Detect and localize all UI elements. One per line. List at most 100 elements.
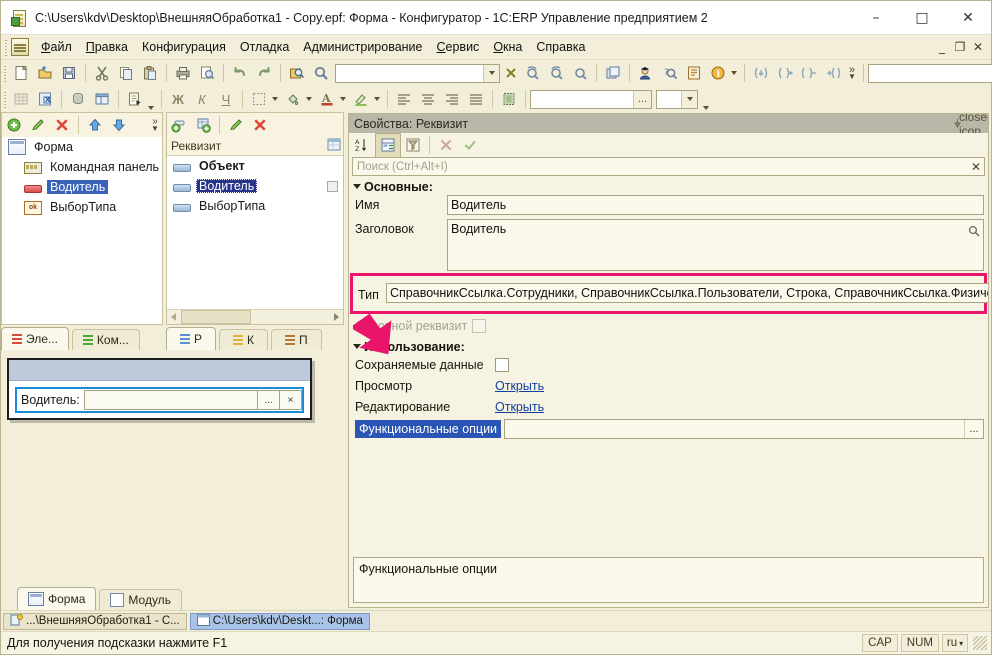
property-input-name[interactable]: Водитель: [447, 195, 984, 215]
info-dropdown-icon[interactable]: [731, 71, 737, 75]
copy-icon[interactable]: [114, 62, 138, 85]
resize-grip[interactable]: [973, 636, 987, 650]
redo-icon[interactable]: [252, 62, 276, 85]
attributes-tree[interactable]: Реквизит Объект Водитель ВыборТипа: [166, 137, 344, 325]
tree-node-vybortipa[interactable]: ok ВыборТипа: [2, 197, 162, 217]
add-attribute-icon[interactable]: [167, 114, 191, 137]
menu-item-configuration[interactable]: Конфигурация: [135, 37, 233, 57]
tree-node-command-panel[interactable]: Командная панель: [2, 157, 162, 177]
edit-element-icon[interactable]: [26, 114, 50, 137]
db-icon[interactable]: [66, 88, 90, 111]
step-into-icon[interactable]: [749, 62, 773, 85]
tree-node-voditel[interactable]: Водитель: [2, 177, 162, 197]
attr-node-object[interactable]: Объект: [167, 156, 343, 176]
borders-icon[interactable]: [247, 88, 271, 111]
form-preview-clear-button[interactable]: ×: [280, 390, 302, 410]
tab-elements[interactable]: Эле...: [1, 327, 69, 350]
borders-dropdown-icon[interactable]: [272, 97, 278, 101]
delete-attribute-icon[interactable]: [248, 114, 272, 137]
menu-item-help[interactable]: Справка: [529, 37, 592, 57]
window-close-button[interactable]: ✕: [945, 1, 991, 34]
search-combo[interactable]: [335, 63, 500, 83]
edit-attribute-icon[interactable]: [224, 114, 248, 137]
align-justify-icon[interactable]: [464, 88, 488, 111]
windows-icon[interactable]: [601, 62, 625, 85]
toolbar-row2-overflow-icon[interactable]: [703, 106, 709, 110]
cancel-icon[interactable]: [434, 134, 458, 157]
property-input-title[interactable]: Водитель: [447, 219, 984, 271]
print-preview-icon[interactable]: [195, 62, 219, 85]
tab-attributes[interactable]: Р: [166, 327, 217, 350]
taskbar-item-form[interactable]: C:\Users\kdv\Deskt...: Форма: [189, 612, 370, 630]
window-minimize-button[interactable]: –: [853, 1, 899, 34]
bold-icon[interactable]: Ж: [166, 88, 190, 111]
step-out-icon[interactable]: [797, 62, 821, 85]
toolbar-text-field[interactable]: ...: [530, 89, 652, 109]
menu-item-debug[interactable]: Отладка: [233, 37, 296, 57]
doc-run-dropdown-icon[interactable]: [148, 106, 154, 110]
fill-color-icon[interactable]: [281, 88, 305, 111]
status-language-selector[interactable]: ru ▾: [942, 634, 968, 652]
find-all-icon[interactable]: [568, 62, 592, 85]
scroll-right-arrow-icon[interactable]: [329, 311, 343, 324]
doc-run-icon[interactable]: [123, 88, 147, 111]
font-color-dropdown-icon[interactable]: [340, 97, 346, 101]
collapse-triangle-icon[interactable]: [353, 344, 361, 349]
grid-icon[interactable]: [9, 88, 33, 111]
scroll-left-arrow-icon[interactable]: [167, 311, 181, 324]
attr-node-checkbox[interactable]: [327, 180, 338, 192]
group-by-category-icon[interactable]: [375, 132, 401, 158]
taskbar-item-processor[interactable]: ...\ВнешняяОбработка1 - С...: [3, 612, 187, 630]
toolbar-small-combo-arrow-icon[interactable]: [681, 90, 697, 108]
clipboard-green-icon[interactable]: [497, 88, 521, 111]
overflow-chevron-icon[interactable]: » ▼: [845, 62, 859, 85]
property-functional-options-select-button[interactable]: ...: [964, 420, 983, 438]
toolbar-small-combo[interactable]: [656, 89, 698, 109]
add-table-icon[interactable]: [191, 114, 215, 137]
highlight-color-icon[interactable]: [349, 88, 373, 111]
close-icon[interactable]: close-icon: [959, 114, 988, 138]
chevron-down-icon[interactable]: ▾: [959, 639, 963, 648]
excel-export-icon[interactable]: X: [33, 88, 57, 111]
fill-color-dropdown-icon[interactable]: [306, 97, 312, 101]
elements-more-icon[interactable]: » ▼: [148, 114, 162, 137]
toolbar-combo-2[interactable]: [868, 63, 992, 83]
property-link-view-open[interactable]: Открыть: [495, 376, 544, 393]
property-input-type-value[interactable]: СправочникСсылка.Сотрудники, СправочникС…: [390, 286, 988, 300]
align-center-icon[interactable]: [416, 88, 440, 111]
apply-icon[interactable]: [458, 134, 482, 157]
properties-group-basic[interactable]: Основные:: [349, 178, 988, 195]
menubar-grip[interactable]: [3, 38, 10, 56]
find-in-files-icon[interactable]: [285, 62, 309, 85]
syntax-help-icon[interactable]: ?: [658, 62, 682, 85]
property-input-title-value[interactable]: Водитель: [451, 222, 965, 236]
step-over-icon[interactable]: [773, 62, 797, 85]
tab-commands-attr[interactable]: К: [219, 329, 269, 350]
attributes-horizontal-scrollbar[interactable]: [167, 309, 343, 324]
align-left-icon[interactable]: [392, 88, 416, 111]
run-to-cursor-icon[interactable]: [821, 62, 845, 85]
find-prev-icon[interactable]: [544, 62, 568, 85]
mdi-restore-button[interactable]: ❐: [951, 37, 969, 57]
find-icon[interactable]: [309, 62, 333, 85]
properties-search-field[interactable]: Поиск (Ctrl+Alt+I) ✕: [352, 157, 985, 176]
attr-node-vybortipa[interactable]: ВыборТипа: [167, 196, 343, 216]
config-check-icon[interactable]: [682, 62, 706, 85]
property-link-edit-open[interactable]: Открыть: [495, 397, 544, 414]
menu-item-administration[interactable]: Администрирование: [296, 37, 429, 57]
property-input-functional-options[interactable]: ...: [504, 419, 984, 439]
properties-group-usage[interactable]: Использование:: [349, 338, 988, 355]
undo-icon[interactable]: [228, 62, 252, 85]
properties-search-placeholder[interactable]: Поиск (Ctrl+Alt+I): [353, 161, 968, 173]
find-next-icon[interactable]: [520, 62, 544, 85]
menu-item-file[interactable]: Файл: [34, 37, 79, 57]
italic-icon[interactable]: К: [190, 88, 214, 111]
tab-commands[interactable]: Ком...: [71, 329, 140, 350]
menu-item-windows[interactable]: Окна: [486, 37, 529, 57]
form-preview-field-group[interactable]: Водитель: ... ×: [15, 387, 304, 413]
move-down-icon[interactable]: [107, 114, 131, 137]
delete-element-icon[interactable]: [50, 114, 74, 137]
tab-form[interactable]: Форма: [17, 587, 97, 610]
tab-parameters[interactable]: П: [271, 329, 322, 350]
mdi-minimize-button[interactable]: _: [933, 37, 951, 57]
